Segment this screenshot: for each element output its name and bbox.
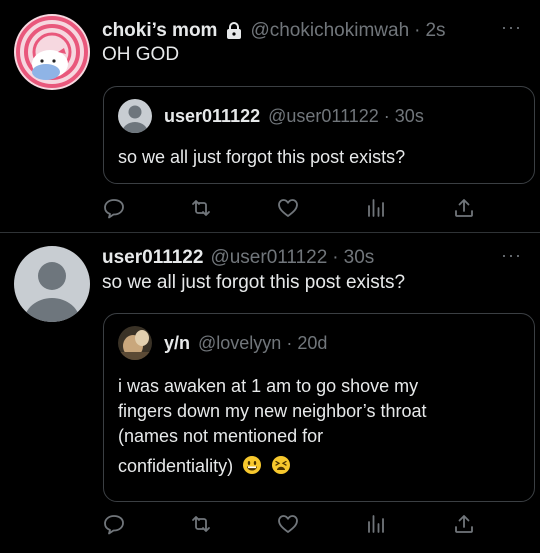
tweet-text: OH GOD <box>102 44 180 65</box>
quoted-author-handle[interactable]: @user011122 <box>268 106 379 127</box>
quoted-tweet-text: so we all just forgot this post exists? <box>118 147 406 167</box>
quoted-author-name[interactable]: y/n <box>164 333 190 354</box>
quoted-tweet-text: i was awaken at 1 am to go shove my fing… <box>118 374 518 479</box>
timestamp[interactable]: 30s <box>344 247 375 269</box>
timestamp[interactable]: 2s <box>425 20 445 42</box>
quoted-author-name[interactable]: user011122 <box>164 106 260 127</box>
quoted-text-line: confidentiality) <box>118 456 234 476</box>
separator-dot: · <box>332 247 339 268</box>
default-user-avatar[interactable] <box>118 99 152 133</box>
retweet-icon[interactable] <box>189 512 213 536</box>
quoted-text-line: i was awaken at 1 am to go shove my <box>118 376 419 396</box>
quoted-timestamp[interactable]: 30s <box>395 106 424 127</box>
tweet[interactable]: user011122 @user011122 · 30s ··· so we a… <box>0 234 540 553</box>
like-icon[interactable] <box>276 196 300 220</box>
share-icon[interactable] <box>452 196 476 220</box>
action-bar <box>102 196 482 222</box>
analytics-icon[interactable] <box>364 512 388 536</box>
reply-icon[interactable] <box>102 196 126 220</box>
author-handle[interactable]: @user011122 <box>210 247 327 269</box>
reply-icon[interactable] <box>102 512 126 536</box>
author-name[interactable]: user011122 <box>102 247 203 269</box>
quoted-text-line: (names not mentioned for <box>118 426 324 446</box>
separator-dot: · <box>286 332 293 353</box>
quoted-text-line: fingers down my new neighbor’s throat <box>118 401 427 421</box>
tweet[interactable]: choki’s mom @chokichokimwah · 2s ··· OH … <box>0 0 540 232</box>
analytics-icon[interactable] <box>364 196 388 220</box>
author-handle[interactable]: @chokichokimwah <box>250 20 409 42</box>
quoted-author-handle[interactable]: @lovelyyn <box>198 333 281 354</box>
separator-dot: · <box>383 105 390 126</box>
share-icon[interactable] <box>452 512 476 536</box>
retweet-icon[interactable] <box>189 196 213 220</box>
quoted-tweet[interactable]: y/n @lovelyyn · 20d i was awaken at 1 am… <box>103 313 535 502</box>
divider <box>0 232 540 233</box>
quoted-timestamp[interactable]: 20d <box>297 333 327 354</box>
more-options-icon[interactable]: ··· <box>501 246 522 264</box>
like-icon[interactable] <box>276 512 300 536</box>
photo-avatar[interactable] <box>118 326 152 360</box>
quoted-tweet[interactable]: user011122 @user011122 · 30s so we all j… <box>103 86 535 184</box>
separator-dot: · <box>414 20 421 41</box>
grinning-face-emoji <box>242 455 262 475</box>
tweet-text: so we all just forgot this post exists? <box>102 272 406 293</box>
hello-kitty-avatar[interactable] <box>14 14 90 90</box>
author-name[interactable]: choki’s mom <box>102 20 217 42</box>
more-options-icon[interactable]: ··· <box>501 18 522 36</box>
tired-face-emoji <box>271 455 291 475</box>
lock-icon <box>225 22 243 40</box>
action-bar <box>102 512 482 538</box>
default-user-avatar[interactable] <box>14 246 90 322</box>
